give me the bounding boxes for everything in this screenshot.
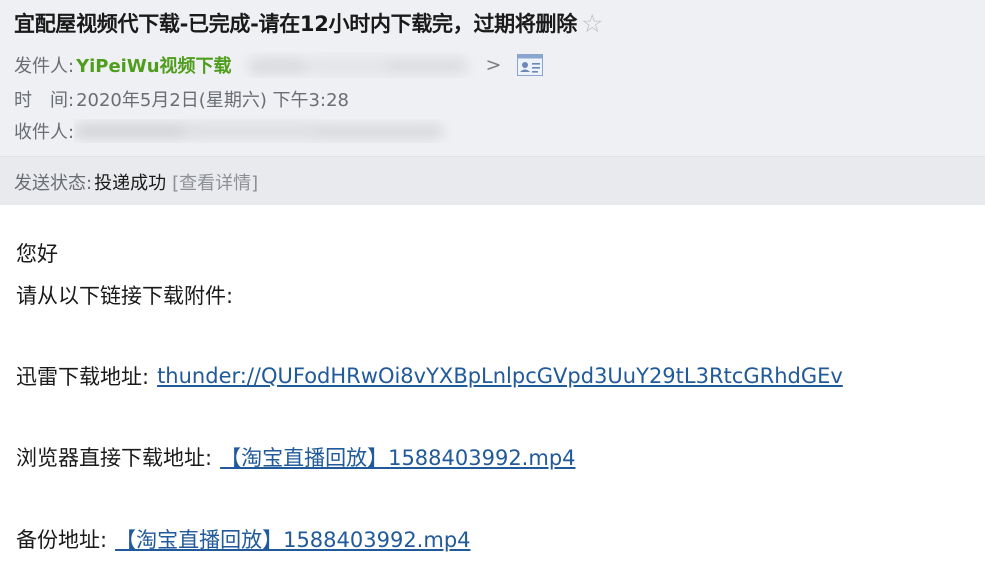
browser-download-link[interactable]: 【淘宝直播回放】1588403992.mp4 (220, 442, 575, 472)
chevron-right-icon: > (485, 54, 502, 76)
instruction-line: 请从以下链接下载附件: (16, 280, 233, 310)
sender-name-link[interactable]: YiPeiWu视频下载 (76, 52, 231, 78)
greeting-text: 您好 (16, 242, 58, 266)
instruction-text: 请从以下链接下载附件: (16, 284, 234, 308)
recipient-address-redacted (74, 119, 454, 143)
backup-label: 备份地址: (16, 528, 108, 552)
browser-label: 浏览器直接下载地址: (16, 446, 213, 470)
thunder-label: 迅雷下载地址: (16, 365, 150, 389)
time-row: 时 间: 2020年5月2日(星期六) 下午3:28 (14, 86, 349, 112)
delivery-status-bar: 发送状态: 投递成功 [查看详情] (0, 156, 985, 205)
backup-link-line: 备份地址: 【淘宝直播回放】1588403992.mp4 (16, 524, 471, 554)
status-row: 发送状态: 投递成功 [查看详情] (14, 169, 258, 195)
browser-link-line: 浏览器直接下载地址: 【淘宝直播回放】1588403992.mp4 (16, 442, 576, 472)
redaction-blur (74, 122, 445, 140)
status-label: 发送状态: (14, 173, 93, 194)
sender-label: 发件人: (14, 56, 75, 77)
time-value: 2020年5月2日(星期六) 下午3:28 (76, 90, 349, 111)
backup-download-link[interactable]: 【淘宝直播回放】1588403992.mp4 (115, 524, 470, 554)
recipient-label: 收件人: (14, 122, 75, 143)
sender-address-redacted (238, 52, 480, 78)
status-value: 投递成功 (94, 173, 167, 194)
mail-header: 宜配屋视频代下载-已完成-请在12小时内下载完，过期将删除 ☆ 发件人: YiP… (0, 0, 985, 205)
mail-subject: 宜配屋视频代下载-已完成-请在12小时内下载完，过期将删除 (14, 12, 577, 36)
view-details-link[interactable]: [查看详情] (172, 169, 258, 195)
subject-row: 宜配屋视频代下载-已完成-请在12小时内下载完，过期将删除 ☆ (14, 7, 603, 39)
redaction-blur (247, 56, 468, 76)
star-icon[interactable]: ☆ (581, 11, 603, 36)
thunder-download-link[interactable]: thunder://QUFodHRwOi8vYXBpLnlpcGVpd3UuY2… (157, 364, 843, 388)
sender-row: 发件人: YiPeiWu视频下载 > (14, 52, 544, 78)
recipient-row: 收件人: (14, 118, 454, 144)
time-label: 时 间: (14, 90, 75, 111)
thunder-link-line: 迅雷下载地址: thunder://QUFodHRwOi8vYXBpLnlpcG… (16, 361, 843, 391)
greeting-line: 您好 (16, 238, 58, 268)
contact-card-icon[interactable] (517, 54, 544, 76)
